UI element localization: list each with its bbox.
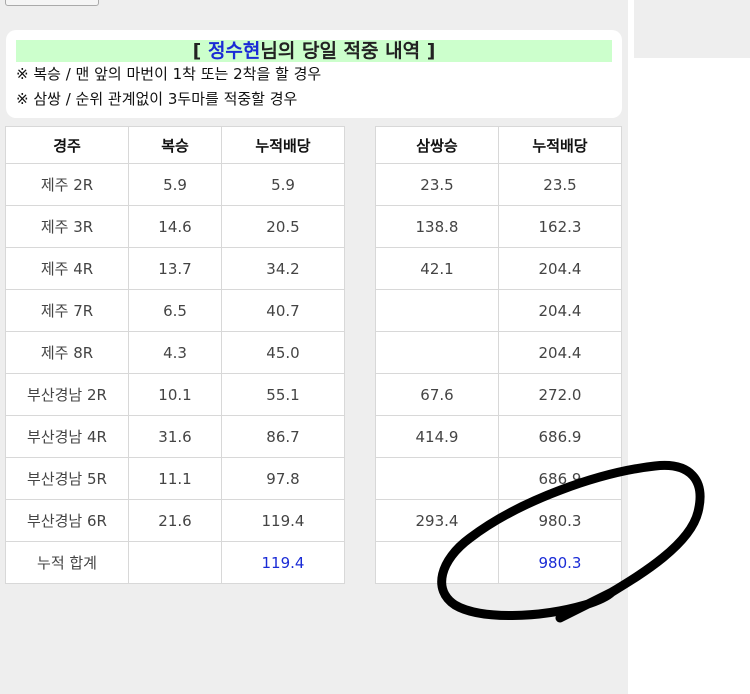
cell-quinella: 13.7 xyxy=(128,247,222,290)
table-row: 제주 4R 13.7 34.2 xyxy=(5,247,345,290)
title-open: [ xyxy=(192,40,208,62)
table-row: 293.4 980.3 xyxy=(375,499,622,542)
table-row: 686.9 xyxy=(375,457,622,500)
cell-trifecta: 293.4 xyxy=(375,499,499,542)
cell-race: 부산경남 4R xyxy=(5,415,129,458)
table-row: 부산경남 5R 11.1 97.8 xyxy=(5,457,345,500)
cell-race: 제주 8R xyxy=(5,331,129,374)
cell-cumulative: 162.3 xyxy=(498,205,622,248)
cell-trifecta xyxy=(375,289,499,332)
cell-race: 부산경남 2R xyxy=(5,373,129,416)
table-row: 67.6 272.0 xyxy=(375,373,622,416)
note-trifecta: ※ 삼쌍 / 순위 관계없이 3두마를 적중할 경우 xyxy=(16,90,298,108)
table-row: 42.1 204.4 xyxy=(375,247,622,290)
table-row: 제주 7R 6.5 40.7 xyxy=(5,289,345,332)
table-row: 부산경남 2R 10.1 55.1 xyxy=(5,373,345,416)
cell-cumulative: 204.4 xyxy=(498,289,622,332)
col-header-cumulative: 누적배당 xyxy=(221,126,345,164)
cell-trifecta: 67.6 xyxy=(375,373,499,416)
cell-race: 제주 3R xyxy=(5,205,129,248)
total-quinella xyxy=(128,541,222,584)
note-quinella: ※ 복승 / 맨 앞의 마번이 1착 또는 2착을 할 경우 xyxy=(16,65,322,83)
table-header-row: 삼쌍승 누적배당 xyxy=(375,126,622,164)
cell-cumulative: 686.9 xyxy=(498,457,622,500)
table-row: 23.5 23.5 xyxy=(375,163,622,206)
cell-trifecta xyxy=(375,331,499,374)
user-name: 정수현 xyxy=(207,40,261,62)
top-button-stub[interactable] xyxy=(5,0,99,6)
cell-quinella: 5.9 xyxy=(128,163,222,206)
quinella-table: 경주 복승 누적배당 제주 2R 5.9 5.9 제주 3R 14.6 20.5 제주 4R… xyxy=(5,126,345,584)
cell-quinella: 4.3 xyxy=(128,331,222,374)
cell-cumulative: 23.5 xyxy=(498,163,622,206)
cell-quinella: 10.1 xyxy=(128,373,222,416)
cell-cumulative: 45.0 xyxy=(221,331,345,374)
cell-trifecta: 42.1 xyxy=(375,247,499,290)
table-row: 부산경남 4R 31.6 86.7 xyxy=(5,415,345,458)
cell-race: 제주 7R xyxy=(5,289,129,332)
title-rest: 님의 당일 적중 내역 ] xyxy=(260,40,436,62)
cell-cumulative: 686.9 xyxy=(498,415,622,458)
total-cumulative: 119.4 xyxy=(221,541,345,584)
cell-quinella: 6.5 xyxy=(128,289,222,332)
cell-trifecta: 414.9 xyxy=(375,415,499,458)
cell-trifecta: 138.8 xyxy=(375,205,499,248)
table-row: 제주 2R 5.9 5.9 xyxy=(5,163,345,206)
main-panel: [ 정수현님의 당일 적중 내역 ] ※ 복승 / 맨 앞의 마번이 1착 또는… xyxy=(0,0,628,694)
trifecta-table: 삼쌍승 누적배당 23.5 23.5 138.8 162.3 42.1 204.4 204.… xyxy=(375,126,622,584)
cell-cumulative: 20.5 xyxy=(221,205,345,248)
cell-cumulative: 40.7 xyxy=(221,289,345,332)
cell-race: 제주 4R xyxy=(5,247,129,290)
cell-cumulative: 980.3 xyxy=(498,499,622,542)
total-cumulative: 980.3 xyxy=(498,541,622,584)
table-row: 414.9 686.9 xyxy=(375,415,622,458)
table-row: 부산경남 6R 21.6 119.4 xyxy=(5,499,345,542)
cell-cumulative: 55.1 xyxy=(221,373,345,416)
table-row: 204.4 xyxy=(375,331,622,374)
table-row: 제주 3R 14.6 20.5 xyxy=(5,205,345,248)
cell-cumulative: 86.7 xyxy=(221,415,345,458)
cell-trifecta xyxy=(375,457,499,500)
cell-cumulative: 204.4 xyxy=(498,331,622,374)
total-trifecta xyxy=(375,541,499,584)
table-row: 138.8 162.3 xyxy=(375,205,622,248)
col-header-quinella: 복승 xyxy=(128,126,222,164)
cell-cumulative: 204.4 xyxy=(498,247,622,290)
table-row: 제주 8R 4.3 45.0 xyxy=(5,331,345,374)
table-row: 204.4 xyxy=(375,289,622,332)
side-gray-panel xyxy=(634,0,750,58)
table-header-row: 경주 복승 누적배당 xyxy=(5,126,345,164)
cell-quinella: 11.1 xyxy=(128,457,222,500)
cell-race: 제주 2R xyxy=(5,163,129,206)
col-header-trifecta: 삼쌍승 xyxy=(375,126,499,164)
total-row: 980.3 xyxy=(375,541,622,584)
cell-quinella: 31.6 xyxy=(128,415,222,458)
cell-cumulative: 272.0 xyxy=(498,373,622,416)
cell-race: 부산경남 6R xyxy=(5,499,129,542)
cell-quinella: 14.6 xyxy=(128,205,222,248)
page-title: [ 정수현님의 당일 적중 내역 ] xyxy=(16,40,612,62)
info-box: [ 정수현님의 당일 적중 내역 ] ※ 복승 / 맨 앞의 마번이 1착 또는… xyxy=(6,30,622,118)
cell-cumulative: 34.2 xyxy=(221,247,345,290)
cell-cumulative: 119.4 xyxy=(221,499,345,542)
total-row: 누적 합계 119.4 xyxy=(5,541,345,584)
col-header-race: 경주 xyxy=(5,126,129,164)
cell-cumulative: 5.9 xyxy=(221,163,345,206)
cell-trifecta: 23.5 xyxy=(375,163,499,206)
cell-race: 부산경남 5R xyxy=(5,457,129,500)
col-header-cumulative: 누적배당 xyxy=(498,126,622,164)
cell-quinella: 21.6 xyxy=(128,499,222,542)
cell-cumulative: 97.8 xyxy=(221,457,345,500)
total-label: 누적 합계 xyxy=(5,541,129,584)
